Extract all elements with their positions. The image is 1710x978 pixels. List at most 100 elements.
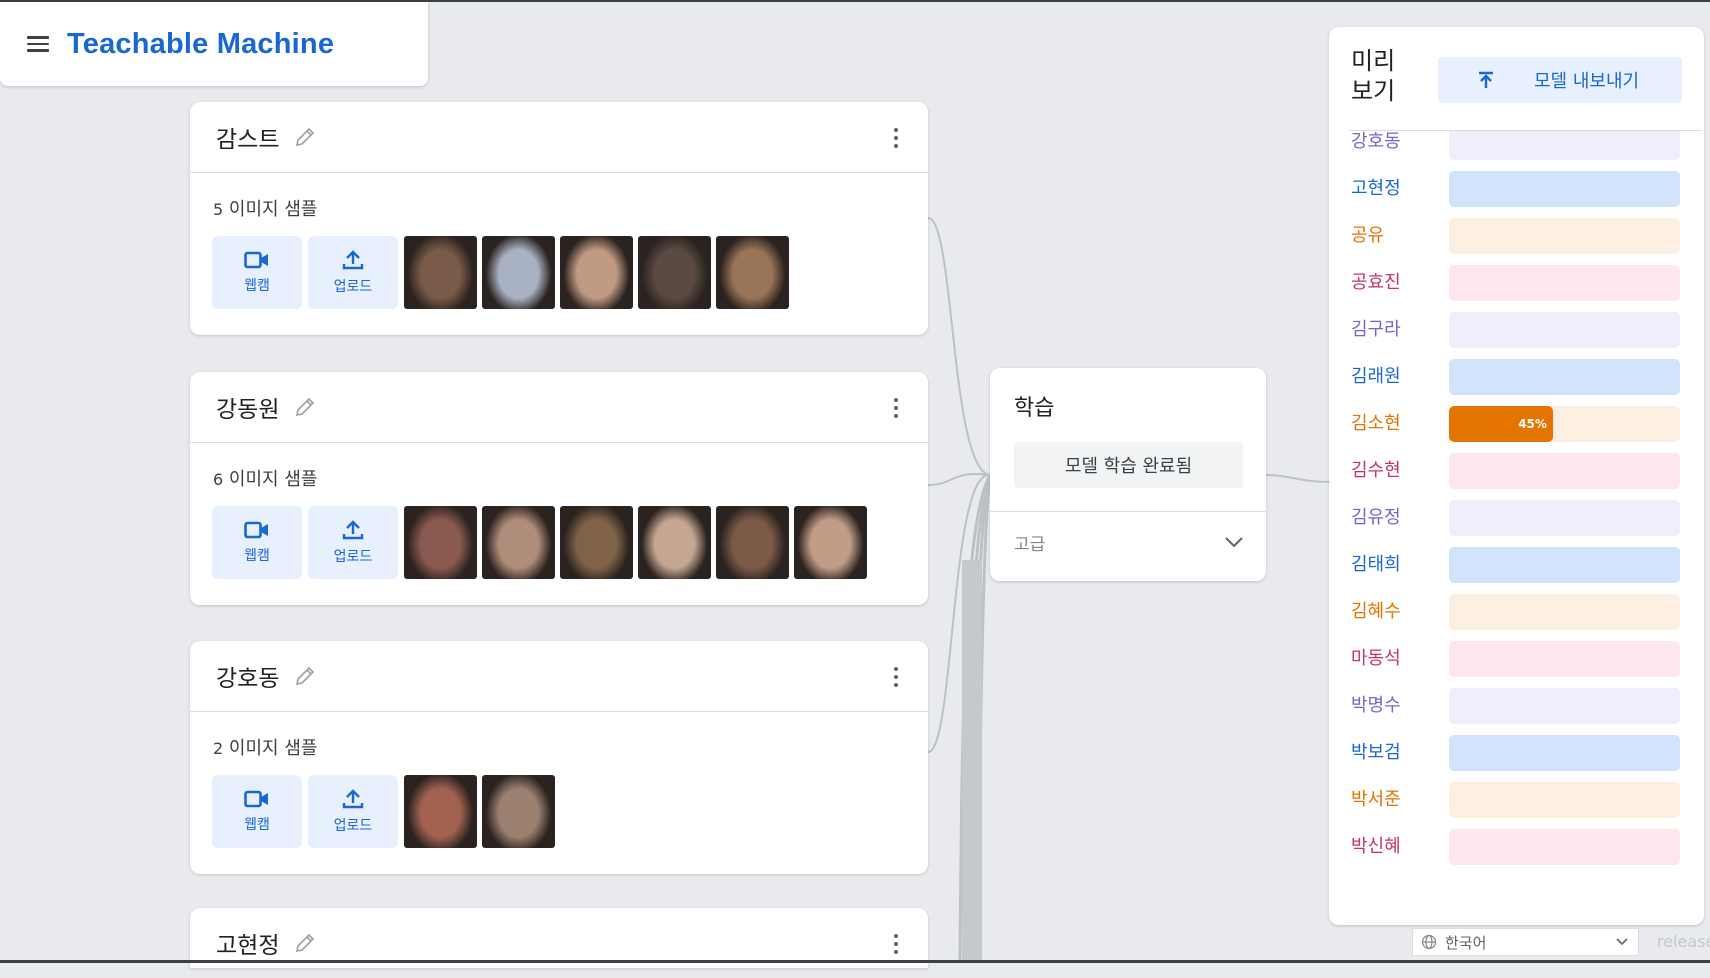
sample-thumbnail[interactable] [638, 506, 711, 579]
advanced-toggle[interactable]: 고급 [1014, 525, 1244, 559]
prediction-label: 김태희 [1351, 554, 1401, 575]
confidence-bar [1449, 265, 1680, 301]
release-link[interactable]: release [1657, 932, 1710, 951]
upload-icon [342, 788, 364, 808]
sample-thumbnail[interactable] [794, 506, 867, 579]
sample-count: 6 이미지 샘플 [213, 469, 318, 490]
prediction-row: 강호동 [1329, 131, 1704, 160]
prediction-row: 김혜수 [1329, 594, 1704, 630]
upload-button[interactable]: 업로드 [308, 236, 398, 309]
prediction-row: 김소현 45% [1329, 406, 1704, 442]
confidence-bar [1449, 782, 1680, 818]
upload-icon [342, 519, 364, 539]
training-title: 학습 [1014, 396, 1055, 421]
sample-thumbnail[interactable] [482, 775, 555, 848]
video-camera-icon [244, 521, 268, 538]
class-name[interactable]: 고현정 [216, 926, 279, 960]
chevron-down-icon [1616, 938, 1628, 946]
sample-thumbnail[interactable] [638, 236, 711, 309]
confidence-bar [1449, 735, 1680, 771]
prediction-list[interactable]: 강호동고현정공유공효진김구라김래원김소현 45% 김수현김유정김태희김혜수마동석박명… [1329, 131, 1704, 925]
menu-icon[interactable] [27, 36, 49, 52]
video-camera-icon [244, 790, 268, 807]
class-name[interactable]: 강동원 [216, 390, 279, 424]
prediction-row: 김래원 [1329, 359, 1704, 395]
sample-count: 5 이미지 샘플 [213, 199, 318, 220]
prediction-row: 김유정 [1329, 500, 1704, 536]
sample-thumbnail[interactable] [716, 236, 789, 309]
webcam-button[interactable]: 웹캠 [212, 775, 302, 848]
preview-title: 미리 보기 [1351, 47, 1396, 105]
confidence-bar [1449, 641, 1680, 677]
chevron-down-icon [1225, 537, 1243, 548]
prediction-label: 박보검 [1351, 742, 1401, 763]
export-model-button[interactable]: 모델 내보내기 [1438, 57, 1682, 103]
sample-thumbnail[interactable] [404, 236, 477, 309]
prediction-label: 박명수 [1351, 695, 1401, 716]
prediction-label: 공유 [1351, 225, 1385, 246]
confidence-bar: 45% [1449, 406, 1680, 442]
class-card: 고현정 [190, 908, 928, 968]
edit-pencil-icon[interactable] [293, 664, 317, 688]
class-name[interactable]: 감스트 [216, 120, 279, 154]
prediction-label: 김구라 [1351, 319, 1401, 340]
confidence-bar [1449, 171, 1680, 207]
edit-pencil-icon[interactable] [293, 931, 317, 955]
upload-icon [342, 249, 364, 269]
prediction-row: 공효진 [1329, 265, 1704, 301]
prediction-label: 마동석 [1351, 648, 1401, 669]
prediction-label: 김혜수 [1351, 601, 1401, 622]
globe-icon [1421, 934, 1437, 950]
prediction-label: 박신혜 [1351, 836, 1401, 857]
sample-thumbnail[interactable] [482, 506, 555, 579]
prediction-row: 박명수 [1329, 688, 1704, 724]
prediction-row: 김태희 [1329, 547, 1704, 583]
training-card: 학습 모델 학습 완료됨 고급 [990, 368, 1266, 581]
sample-thumbnail[interactable] [482, 236, 555, 309]
upload-button[interactable]: 업로드 [308, 775, 398, 848]
prediction-label: 김래원 [1351, 366, 1401, 387]
webcam-button[interactable]: 웹캠 [212, 236, 302, 309]
edit-pencil-icon[interactable] [293, 395, 317, 419]
export-icon [1479, 71, 1493, 88]
edit-pencil-icon[interactable] [293, 125, 317, 149]
preview-panel: 미리 보기 모델 내보내기 강호동고현정공유공효진김구라김래원김소현 45% 김수현… [1329, 27, 1704, 925]
confidence-bar [1449, 547, 1680, 583]
confidence-bar [1449, 500, 1680, 536]
confidence-bar [1449, 131, 1680, 160]
more-options-icon[interactable] [894, 128, 898, 148]
class-name[interactable]: 강호동 [216, 659, 279, 693]
app-header: Teachable Machine [0, 2, 428, 86]
class-card: 강호동 2 이미지 샘플 웹캠 업로드 [190, 641, 928, 874]
more-options-icon[interactable] [894, 667, 898, 687]
sample-thumbnail[interactable] [404, 775, 477, 848]
confidence-bar [1449, 688, 1680, 724]
divider [990, 511, 1266, 512]
prediction-label: 공효진 [1351, 272, 1401, 293]
prediction-label: 강호동 [1351, 131, 1401, 152]
sample-thumbnail[interactable] [560, 506, 633, 579]
upload-button[interactable]: 업로드 [308, 506, 398, 579]
confidence-bar [1449, 359, 1680, 395]
language-select[interactable]: 한국어 [1412, 928, 1639, 956]
class-card: 강동원 6 이미지 샘플 웹캠 업로드 [190, 372, 928, 605]
prediction-row: 김수현 [1329, 453, 1704, 489]
sample-thumbnail[interactable] [560, 236, 633, 309]
prediction-label: 박서준 [1351, 789, 1401, 810]
sample-thumbnail[interactable] [716, 506, 789, 579]
sample-count: 2 이미지 샘플 [213, 738, 318, 759]
confidence-bar [1449, 453, 1680, 489]
prediction-row: 박보검 [1329, 735, 1704, 771]
more-options-icon[interactable] [894, 398, 898, 418]
train-model-button[interactable]: 모델 학습 완료됨 [1014, 442, 1243, 488]
more-options-icon[interactable] [894, 934, 898, 954]
confidence-bar [1449, 218, 1680, 254]
prediction-row: 마동석 [1329, 641, 1704, 677]
confidence-bar [1449, 594, 1680, 630]
prediction-label: 김수현 [1351, 460, 1401, 481]
class-card: 감스트 5 이미지 샘플 웹캠 업로드 [190, 102, 928, 335]
sample-thumbnail[interactable] [404, 506, 477, 579]
prediction-row: 김구라 [1329, 312, 1704, 348]
prediction-row: 고현정 [1329, 171, 1704, 207]
webcam-button[interactable]: 웹캠 [212, 506, 302, 579]
